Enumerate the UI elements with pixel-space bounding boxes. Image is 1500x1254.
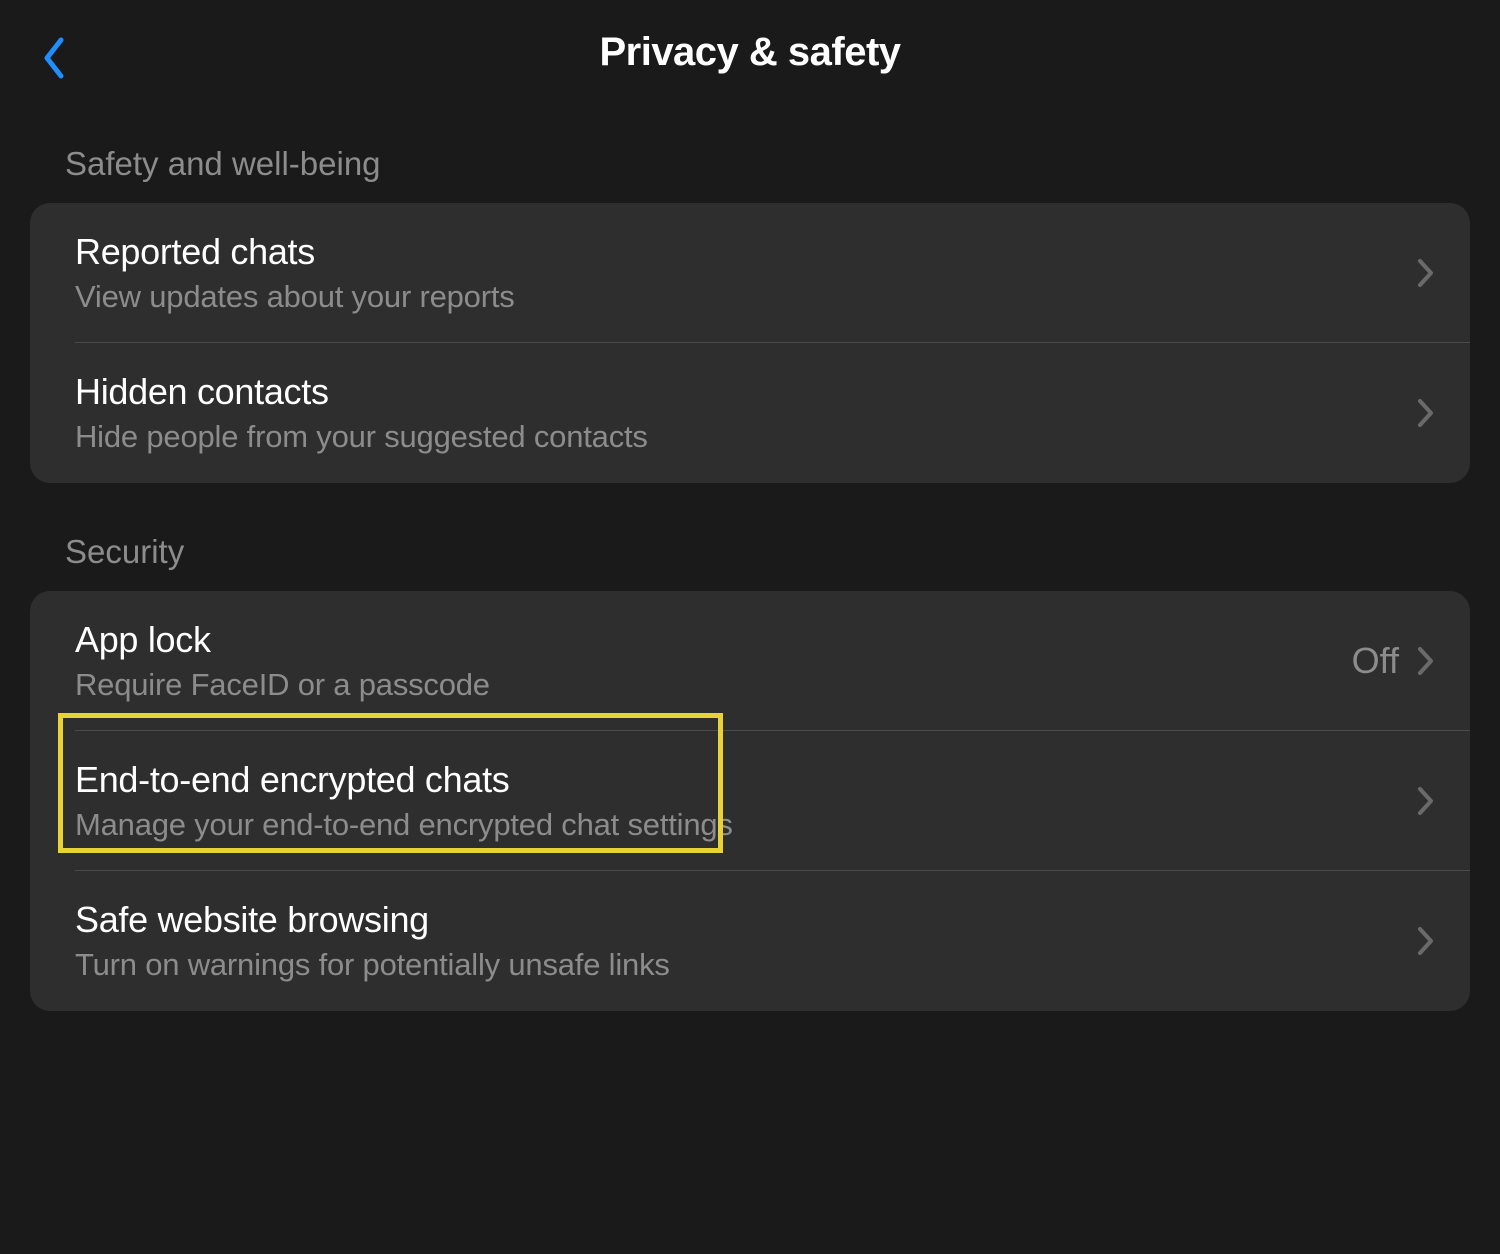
setting-text: Reported chats View updates about your r…	[75, 231, 1417, 315]
setting-subtitle: Require FaceID or a passcode	[75, 667, 1352, 703]
setting-title: Safe website browsing	[75, 899, 1417, 941]
section-header-safety: Safety and well-being	[30, 115, 1470, 203]
setting-title: App lock	[75, 619, 1352, 661]
back-button[interactable]	[35, 28, 75, 88]
setting-subtitle: View updates about your reports	[75, 279, 1417, 315]
setting-title: End-to-end encrypted chats	[75, 759, 1417, 801]
page-title: Privacy & safety	[30, 30, 1470, 75]
setting-subtitle: Hide people from your suggested contacts	[75, 419, 1417, 455]
setting-row-reported-chats[interactable]: Reported chats View updates about your r…	[30, 203, 1470, 343]
section-header-security: Security	[30, 503, 1470, 591]
chevron-left-icon	[43, 36, 67, 80]
chevron-right-icon	[1417, 926, 1435, 956]
section-group-safety: Reported chats View updates about your r…	[30, 203, 1470, 483]
section-group-security: App lock Require FaceID or a passcode Of…	[30, 591, 1470, 1011]
setting-row-end-to-end-encrypted-chats[interactable]: End-to-end encrypted chats Manage your e…	[30, 731, 1470, 871]
setting-text: App lock Require FaceID or a passcode	[75, 619, 1352, 703]
setting-text: Hidden contacts Hide people from your su…	[75, 371, 1417, 455]
content: Safety and well-being Reported chats Vie…	[0, 115, 1500, 1011]
chevron-right-icon	[1417, 398, 1435, 428]
header: Privacy & safety	[0, 0, 1500, 115]
setting-subtitle: Turn on warnings for potentially unsafe …	[75, 947, 1417, 983]
setting-value: Off	[1352, 640, 1399, 682]
setting-title: Hidden contacts	[75, 371, 1417, 413]
chevron-right-icon	[1417, 786, 1435, 816]
chevron-right-icon	[1417, 646, 1435, 676]
chevron-right-icon	[1417, 258, 1435, 288]
setting-subtitle: Manage your end-to-end encrypted chat se…	[75, 807, 1417, 843]
setting-row-app-lock[interactable]: App lock Require FaceID or a passcode Of…	[30, 591, 1470, 731]
setting-title: Reported chats	[75, 231, 1417, 273]
setting-text: Safe website browsing Turn on warnings f…	[75, 899, 1417, 983]
setting-text: End-to-end encrypted chats Manage your e…	[75, 759, 1417, 843]
setting-row-hidden-contacts[interactable]: Hidden contacts Hide people from your su…	[30, 343, 1470, 483]
setting-row-safe-website-browsing[interactable]: Safe website browsing Turn on warnings f…	[30, 871, 1470, 1011]
